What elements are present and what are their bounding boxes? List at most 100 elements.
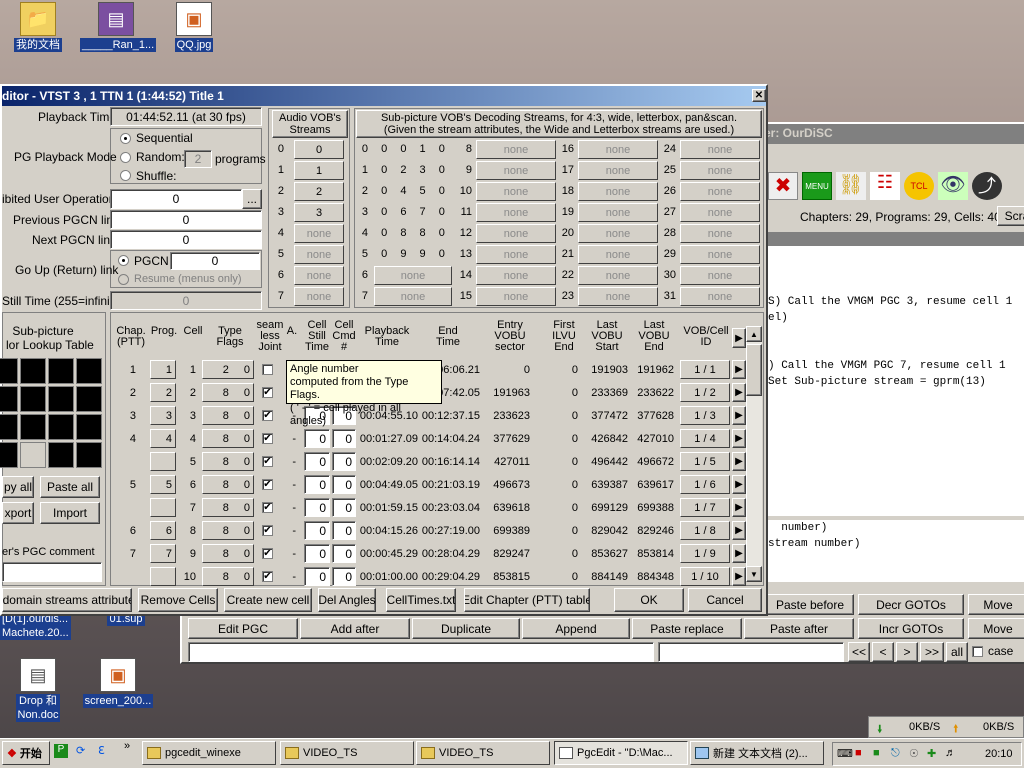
- paste-replace-button[interactable]: Paste replace: [632, 618, 742, 639]
- subpic-stream-button[interactable]: none: [578, 182, 658, 201]
- subpic-stream-button[interactable]: none: [680, 140, 760, 159]
- desktop-icon-qq-jpg[interactable]: ▣ QQ.jpg: [158, 2, 230, 52]
- subpic-stream-values[interactable]: 0 0 1 0: [374, 143, 452, 155]
- subpic-stream-button[interactable]: none: [476, 161, 556, 180]
- type-flags-button[interactable]: 8 0: [202, 406, 254, 425]
- vob-cell-id-button[interactable]: 1 / 1: [680, 360, 730, 379]
- palette-swatch[interactable]: [20, 386, 46, 412]
- vob-cell-id-button[interactable]: 1 / 6: [680, 475, 730, 494]
- first-button[interactable]: <<: [848, 642, 870, 662]
- del-angles-button[interactable]: Del Angles: [318, 588, 376, 612]
- seamless-checkbox[interactable]: ✔: [262, 410, 273, 421]
- scroll-thumb[interactable]: [746, 344, 762, 396]
- row-play-button[interactable]: ▶: [732, 567, 746, 586]
- subpic-stream-values[interactable]: 0 6 7 0: [374, 206, 452, 218]
- goup-pgcn-field[interactable]: 0: [170, 252, 260, 270]
- subpic-stream-values[interactable]: 0 8 8 0: [374, 227, 452, 239]
- desktop-icon-ourdisc[interactable]: [D(1].ourdis... Machete.20...: [0, 612, 80, 640]
- type-flags-button[interactable]: 8 0: [202, 521, 254, 540]
- seamless-checkbox[interactable]: ✔: [262, 571, 273, 582]
- tray-app-icon[interactable]: ■: [873, 747, 880, 759]
- audio-stream-button[interactable]: none: [294, 266, 344, 285]
- link-icon[interactable]: ⛓: [836, 172, 866, 200]
- delete-icon[interactable]: ✖: [768, 172, 798, 200]
- scroll-up-button[interactable]: ▲: [746, 326, 762, 342]
- subpic-stream-button[interactable]: none: [476, 287, 556, 306]
- subpic-stream-values[interactable]: 0 4 5 0: [374, 185, 452, 197]
- palette-swatch[interactable]: [48, 358, 74, 384]
- row-play-button[interactable]: ▶: [732, 452, 746, 471]
- palette-swatch[interactable]: [20, 442, 46, 468]
- row-play-button[interactable]: ▶: [732, 544, 746, 563]
- palette-swatch[interactable]: [0, 386, 18, 412]
- incr-gotos-button[interactable]: Incr GOTOs: [858, 618, 964, 639]
- edit-pgc-button[interactable]: Edit PGC: [188, 618, 298, 639]
- seamless-checkbox[interactable]: [262, 364, 273, 375]
- cell-cmd-field[interactable]: 0: [332, 521, 356, 540]
- taskbar-item-pgcedit[interactable]: PgcEdit - "D:\Mac...: [554, 741, 688, 765]
- cancel-button[interactable]: Cancel: [688, 588, 762, 612]
- tcl-icon[interactable]: TCL: [904, 172, 934, 200]
- palette-swatch[interactable]: [48, 414, 74, 440]
- palette-swatch[interactable]: [76, 442, 102, 468]
- type-flags-button[interactable]: 8 0: [202, 452, 254, 471]
- subpic-stream-button[interactable]: none: [578, 224, 658, 243]
- tray-speaker-icon[interactable]: ♬: [945, 747, 956, 759]
- desktop-icon-drop-doc[interactable]: ▤ Drop 和 Non.doc: [2, 658, 74, 722]
- audio-stream-button[interactable]: 2: [294, 182, 344, 201]
- paste-all-button[interactable]: Paste all: [40, 476, 100, 498]
- tray-network-icon[interactable]: ■: [855, 747, 862, 759]
- vob-cell-id-button[interactable]: 1 / 4: [680, 429, 730, 448]
- prohibited-ops-browse-button[interactable]: ...: [242, 189, 262, 209]
- last-button[interactable]: >>: [920, 642, 944, 662]
- vob-cell-id-button[interactable]: 1 / 3: [680, 406, 730, 425]
- audio-stream-button[interactable]: 0: [294, 140, 344, 159]
- type-flags-button[interactable]: 8 0: [202, 429, 254, 448]
- seamless-checkbox[interactable]: ✔: [262, 387, 273, 398]
- move-up-button[interactable]: Move: [968, 594, 1024, 615]
- taskbar-item-notepad[interactable]: 新建 文本文档 (2)...: [690, 741, 824, 765]
- copy-all-button[interactable]: py all: [2, 476, 34, 498]
- vob-cell-id-button[interactable]: 1 / 8: [680, 521, 730, 540]
- subpic-stream-button[interactable]: none: [476, 266, 556, 285]
- row-play-button[interactable]: ▶: [732, 475, 746, 494]
- audio-stream-button[interactable]: none: [294, 245, 344, 264]
- palette-swatch[interactable]: [76, 386, 102, 412]
- desktop-icon-my-documents[interactable]: 📁 我的文档: [2, 2, 74, 52]
- vob-cell-id-button[interactable]: 1 / 7: [680, 498, 730, 517]
- cell-still-field[interactable]: 0: [304, 475, 330, 494]
- arrow-icon[interactable]: ⤴: [972, 172, 1002, 200]
- cell-still-field[interactable]: 0: [304, 498, 330, 517]
- program-button[interactable]: 2: [150, 383, 176, 402]
- taskbar-item-video-ts-1[interactable]: VIDEO_TS: [280, 741, 414, 765]
- domain-streams-button[interactable]: v domain streams attributes: [2, 588, 132, 612]
- program-button[interactable]: [150, 452, 176, 471]
- vob-cell-id-button[interactable]: 1 / 10: [680, 567, 730, 586]
- tray-shield-icon[interactable]: ⎋: [891, 747, 900, 760]
- subpic-stream-button[interactable]: none: [680, 203, 760, 222]
- still-time-field[interactable]: 0: [110, 291, 262, 310]
- import-button[interactable]: Import: [40, 502, 100, 524]
- duplicate-button[interactable]: Duplicate: [412, 618, 520, 639]
- seamless-checkbox[interactable]: ✔: [262, 456, 273, 467]
- prohibited-ops-field[interactable]: 0: [110, 189, 242, 209]
- subpic-stream-button[interactable]: none: [476, 140, 556, 159]
- export-button[interactable]: xport: [2, 502, 34, 524]
- next-button[interactable]: >: [896, 642, 918, 662]
- sequential-radio[interactable]: [120, 133, 131, 144]
- seamless-checkbox[interactable]: ✔: [262, 502, 273, 513]
- palette-swatch[interactable]: [76, 414, 102, 440]
- remove-cells-button[interactable]: Remove Cells: [138, 588, 218, 612]
- subpic-stream-button[interactable]: none: [680, 161, 760, 180]
- cell-cmd-field[interactable]: 0: [332, 452, 356, 471]
- cell-cmd-field[interactable]: 0: [332, 544, 356, 563]
- row-play-button[interactable]: ▶: [732, 360, 746, 379]
- vob-cell-id-button[interactable]: 1 / 5: [680, 452, 730, 471]
- shuffle-radio[interactable]: [120, 170, 131, 181]
- program-button[interactable]: 6: [150, 521, 176, 540]
- type-flags-button[interactable]: 8 0: [202, 544, 254, 563]
- program-button[interactable]: 5: [150, 475, 176, 494]
- paste-after-button[interactable]: Paste after: [744, 618, 854, 639]
- next-pgcn-field[interactable]: 0: [110, 230, 262, 249]
- program-button[interactable]: [150, 567, 176, 586]
